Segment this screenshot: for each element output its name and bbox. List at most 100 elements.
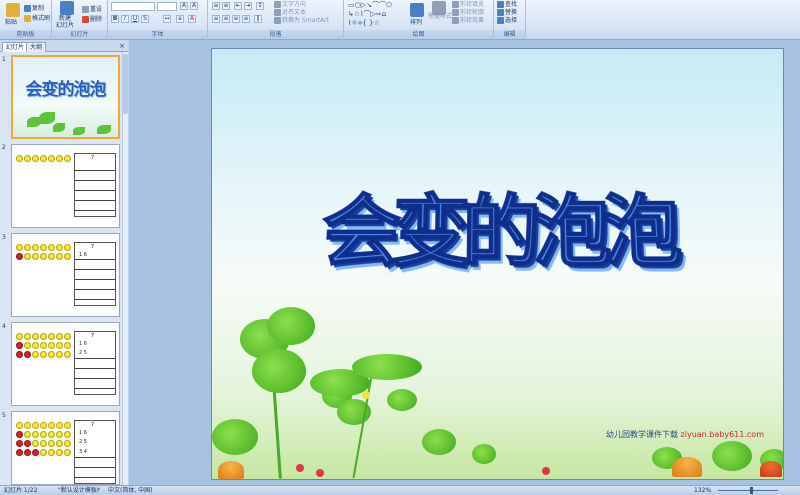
shape-outline-label: 形状轮廓 bbox=[460, 9, 485, 16]
font-color-button[interactable]: A bbox=[188, 15, 196, 23]
format-painter-label: 格式刷 bbox=[32, 15, 51, 22]
text-direction-icon bbox=[274, 1, 281, 8]
slide-thumbnail-5[interactable]: 7 1 6 2 5 3 4 bbox=[11, 411, 120, 485]
arrange-icon bbox=[410, 3, 424, 17]
fill-icon bbox=[452, 1, 459, 8]
zoom-level[interactable]: 132% bbox=[694, 486, 711, 495]
slides-panel: 幻灯片 大纲 × 1 会变的泡泡 2 7 3 7 1 6 4 7 1 6 2 5… bbox=[0, 40, 128, 485]
shapes-gallery[interactable]: ▭○▷↘⌒⌒⬠ bbox=[348, 2, 392, 9]
status-bar: 幻灯片 1/22 "默认设计模板" ✓ 中文(简体, 中国) 132% bbox=[0, 485, 800, 495]
increase-indent-button[interactable]: ⇥ bbox=[244, 2, 252, 10]
change-case-button[interactable]: a bbox=[176, 15, 184, 23]
zoom-slider[interactable] bbox=[718, 490, 778, 491]
reset-icon bbox=[82, 6, 89, 13]
shrink-font-button[interactable]: A bbox=[190, 2, 198, 10]
close-icon[interactable]: × bbox=[119, 42, 125, 50]
shape-outline-button[interactable]: 形状轮廓 bbox=[452, 9, 484, 17]
slide-thumbnail-1[interactable]: 会变的泡泡 bbox=[11, 55, 120, 139]
bold-button[interactable]: B bbox=[111, 15, 119, 23]
drawing-group-label: 绘图 bbox=[344, 30, 493, 39]
flower-decoration bbox=[542, 467, 550, 475]
slide-thumbnail-3[interactable]: 7 1 6 bbox=[11, 233, 120, 317]
decrease-indent-button[interactable]: ⇤ bbox=[234, 2, 242, 10]
paste-icon[interactable] bbox=[6, 3, 20, 17]
slide-title[interactable]: 会变的泡泡 bbox=[212, 171, 783, 282]
outline-icon bbox=[452, 9, 459, 16]
format-painter-button[interactable]: 格式刷 bbox=[24, 15, 50, 23]
replace-icon bbox=[497, 9, 504, 16]
slide-number: 5 bbox=[2, 412, 6, 419]
tab-slides[interactable]: 幻灯片 bbox=[2, 42, 29, 52]
new-slide-button-line2[interactable]: 幻灯片 bbox=[56, 22, 74, 30]
language-indicator[interactable]: 中文(简体, 中国) bbox=[108, 486, 153, 495]
shapes-gallery-row3[interactable]: ⌇☼⟡{ }☆ bbox=[348, 20, 380, 27]
find-button[interactable]: 查找 bbox=[497, 1, 517, 9]
shape-fill-button[interactable]: 形状填充 bbox=[452, 1, 484, 9]
align-left-button[interactable]: ≡ bbox=[212, 15, 220, 23]
select-button[interactable]: 选择 bbox=[497, 17, 517, 25]
smartart-icon bbox=[274, 17, 281, 24]
text-direction-button[interactable]: 文字方向 bbox=[274, 1, 306, 9]
credit-text: 幼儿园教学课件下载 ziyuan.baby611.com bbox=[606, 429, 764, 440]
current-slide[interactable]: 会变的泡泡 幼儿园教学课件下载 ziyuan.baby611.com bbox=[211, 48, 784, 480]
quick-styles-button[interactable]: 快速样式 bbox=[428, 13, 452, 21]
delete-icon bbox=[82, 16, 89, 23]
panel-scrollbar[interactable] bbox=[122, 52, 128, 485]
justify-button[interactable]: ≡ bbox=[242, 15, 250, 23]
paragraph-group-label: 段落 bbox=[208, 30, 343, 39]
palm-leaf bbox=[352, 354, 422, 380]
ribbon: 粘贴 复制 格式刷 剪贴板 新建 幻灯片 重设 删除 幻灯片 A A B I U… bbox=[0, 0, 800, 40]
bullets-button[interactable]: ≡ bbox=[212, 2, 220, 10]
slide-number: 3 bbox=[2, 234, 6, 241]
smartart-button[interactable]: 转换为 SmartArt bbox=[274, 17, 329, 25]
numbering-button[interactable]: ≡ bbox=[222, 2, 230, 10]
zoom-slider-handle[interactable] bbox=[750, 487, 753, 494]
flower-decoration bbox=[362, 391, 370, 399]
font-name-dropdown[interactable] bbox=[111, 2, 155, 11]
arrange-button[interactable]: 排列 bbox=[410, 19, 422, 27]
clipboard-group-label: 剪贴板 bbox=[0, 30, 51, 39]
paste-button[interactable]: 粘贴 bbox=[5, 19, 17, 27]
paragraph-group: ≡ ≡ ⇤ ⇥ ↕ 文字方向 对齐文本 转换为 SmartArt ≡ ≡ ≡ ≡… bbox=[208, 0, 344, 40]
italic-button[interactable]: I bbox=[121, 15, 129, 23]
slides-group: 新建 幻灯片 重设 删除 幻灯片 bbox=[52, 0, 108, 40]
underline-button[interactable]: U bbox=[131, 15, 139, 23]
credit-url: ziyuan.baby611.com bbox=[680, 430, 764, 439]
grow-font-button[interactable]: A bbox=[180, 2, 188, 10]
columns-button[interactable]: ‖ bbox=[254, 15, 262, 23]
align-right-button[interactable]: ≡ bbox=[232, 15, 240, 23]
clover-leaf bbox=[387, 389, 417, 411]
copy-button[interactable]: 复制 bbox=[24, 5, 44, 13]
align-text-button[interactable]: 对齐文本 bbox=[274, 9, 306, 17]
line-spacing-button[interactable]: ↕ bbox=[256, 2, 264, 10]
drawing-group: ▭○▷↘⌒⌒⬠ ↳☆⌇⌒▷⇨⌂ ⌇☼⟡{ }☆ 排列 快速样式 形状填充 形状轮… bbox=[344, 0, 494, 40]
reset-button[interactable]: 重设 bbox=[82, 6, 102, 14]
align-center-button[interactable]: ≡ bbox=[222, 15, 230, 23]
tab-outline[interactable]: 大纲 bbox=[26, 42, 47, 52]
counting-circles bbox=[16, 333, 72, 342]
delete-slide-button[interactable]: 删除 bbox=[82, 16, 102, 24]
font-size-dropdown[interactable] bbox=[157, 2, 177, 11]
strikethrough-button[interactable]: S bbox=[141, 15, 149, 23]
slide-thumbnail-4[interactable]: 7 1 6 2 5 bbox=[11, 322, 120, 406]
flower-decoration bbox=[296, 464, 304, 472]
copy-icon bbox=[24, 5, 31, 12]
leaf-decoration bbox=[97, 125, 111, 134]
char-spacing-button[interactable]: ↔ bbox=[163, 15, 171, 23]
mushroom-decoration bbox=[760, 461, 782, 477]
shapes-gallery-row2[interactable]: ↳☆⌇⌒▷⇨⌂ bbox=[348, 11, 386, 18]
bond-row: 2 5 bbox=[79, 439, 87, 445]
shape-effects-button[interactable]: 形状效果 bbox=[452, 17, 484, 25]
bond-top-number: 7 bbox=[91, 422, 95, 428]
panel-tabs: 幻灯片 大纲 × bbox=[0, 40, 128, 52]
slide-thumbnail-2[interactable]: 7 bbox=[11, 144, 120, 228]
spellcheck-icon[interactable]: ✓ bbox=[96, 486, 101, 495]
bond-row: 1 6 bbox=[79, 341, 87, 347]
replace-button[interactable]: 替换 bbox=[497, 9, 517, 17]
clover-leaf bbox=[712, 441, 752, 471]
select-icon bbox=[497, 17, 504, 24]
scrollbar-thumb[interactable] bbox=[123, 54, 128, 114]
smartart-label: 转换为 SmartArt bbox=[282, 17, 329, 24]
slides-group-label: 幻灯片 bbox=[52, 30, 107, 39]
counting-circles bbox=[16, 244, 72, 253]
